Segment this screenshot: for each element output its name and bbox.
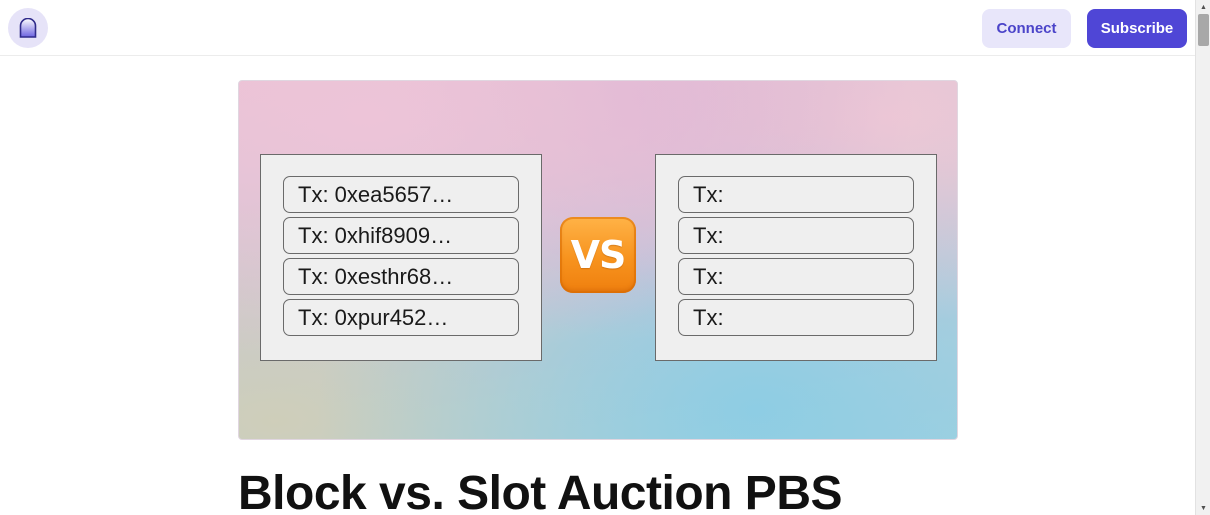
scrollbar-thumb[interactable]	[1198, 14, 1209, 46]
vs-icon: VS	[560, 217, 636, 293]
tx-row: Tx: 0xea5657…	[283, 176, 519, 213]
scroll-down-arrow-icon[interactable]: ▼	[1196, 501, 1210, 515]
slot-auction-panel: Tx: Tx: Tx: Tx:	[655, 154, 937, 361]
tx-row: Tx:	[678, 299, 914, 336]
tx-row: Tx:	[678, 258, 914, 295]
scroll-up-arrow-icon[interactable]: ▲	[1196, 0, 1210, 14]
vertical-scrollbar[interactable]: ▲ ▼	[1195, 0, 1210, 515]
subscribe-button[interactable]: Subscribe	[1087, 9, 1187, 48]
connect-button[interactable]: Connect	[982, 9, 1071, 48]
tx-row: Tx: 0xesthr68…	[283, 258, 519, 295]
tx-row: Tx:	[678, 217, 914, 254]
tx-row: Tx:	[678, 176, 914, 213]
article-title: Block vs. Slot Auction PBS	[238, 467, 843, 515]
top-navigation-bar: Connect Subscribe	[0, 0, 1195, 56]
vs-label: VS	[570, 233, 627, 277]
tx-row: Tx: 0xhif8909…	[283, 217, 519, 254]
publication-logo-icon[interactable]	[8, 8, 48, 48]
hero-image: Tx: 0xea5657… Tx: 0xhif8909… Tx: 0xesthr…	[238, 80, 958, 440]
tx-row: Tx: 0xpur452…	[283, 299, 519, 336]
block-auction-panel: Tx: 0xea5657… Tx: 0xhif8909… Tx: 0xesthr…	[260, 154, 542, 361]
